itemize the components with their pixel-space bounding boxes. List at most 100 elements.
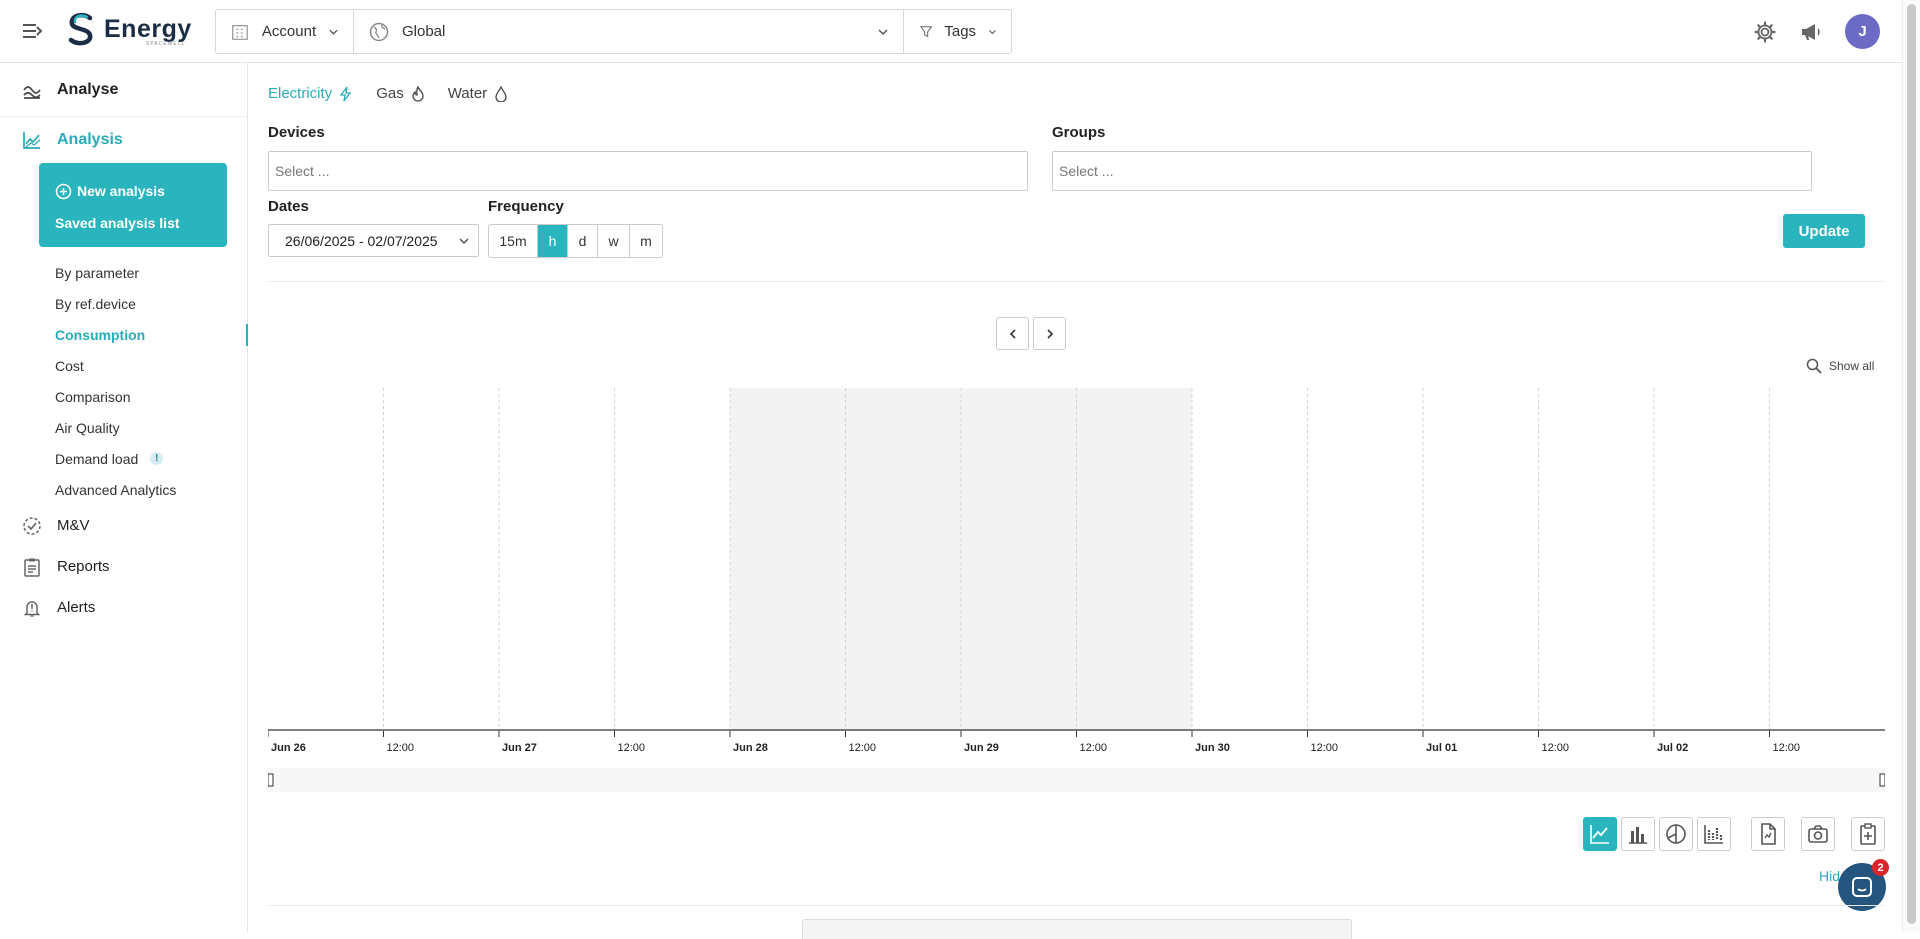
frequency-option-h[interactable]: h [538, 225, 568, 257]
analysis-sub-list: By parameter By ref.device Consumption C… [0, 257, 248, 505]
building-icon [232, 24, 248, 40]
date-range-value: 26/06/2025 - 02/07/2025 [285, 232, 438, 249]
line-chart-icon [23, 132, 41, 149]
account-label: Account [261, 23, 317, 40]
scope-selector[interactable]: Global [354, 10, 904, 53]
add-to-report-button[interactable] [1851, 817, 1885, 851]
scrollbar-thumb[interactable] [1907, 4, 1916, 924]
account-selector[interactable]: Account [216, 10, 354, 53]
tab-water[interactable]: Water [448, 85, 509, 102]
groups-select[interactable]: Select ... [1052, 151, 1812, 191]
stacked-bar-chart-button[interactable] [1697, 817, 1731, 851]
sidebar-item-label: Consumption [55, 326, 146, 343]
bolt-icon [339, 86, 352, 101]
bottom-panel [802, 919, 1352, 939]
divider [268, 905, 1885, 906]
date-range-picker[interactable]: 26/06/2025 - 02/07/2025 [268, 224, 479, 257]
x-tick-label: Jun 29 [964, 742, 999, 754]
divider [268, 281, 1885, 282]
frequency-selector: 15m h d w m [488, 224, 663, 258]
frequency-option-15m[interactable]: 15m [489, 225, 538, 257]
stacked-bar-icon [1704, 825, 1723, 844]
update-button[interactable]: Update [1783, 214, 1865, 248]
show-all-label: Show all [1829, 359, 1875, 373]
sidebar-item-advanced-analytics[interactable]: Advanced Analytics [0, 474, 247, 505]
gear-icon[interactable] [1753, 20, 1777, 44]
megaphone-icon[interactable] [1799, 20, 1823, 44]
consumption-chart[interactable]: Jun 26 12:00 Jun 27 12:00 Jun 28 12:00 Jun 29 1… [267, 388, 1886, 798]
chevron-down-icon [329, 29, 338, 35]
sidebar-item-by-parameter[interactable]: By parameter [0, 257, 247, 288]
x-tick-label: 12:00 [849, 742, 877, 754]
bar-chart-button[interactable] [1621, 817, 1655, 851]
chat-icon [1852, 877, 1872, 897]
logo-subtext: SPACEWELL [146, 41, 186, 47]
top-bar: Energy SPACEWELL Account Global Tags J [0, 0, 1920, 63]
analyse-icon [23, 85, 41, 99]
sidebar-item-label: Reports [57, 558, 110, 575]
bell-icon [23, 600, 41, 617]
tab-gas[interactable]: Gas [376, 85, 426, 102]
sidebar-item-label: M&V [57, 517, 90, 534]
app-logo[interactable]: Energy SPACEWELL [64, 12, 192, 47]
new-analysis-label: New analysis [77, 183, 165, 199]
sidebar-item-label: Air Quality [55, 419, 120, 436]
bar-chart-icon [1629, 827, 1647, 844]
saved-analysis-list-link[interactable]: Saved analysis list [55, 211, 211, 235]
pie-chart-button[interactable] [1659, 817, 1693, 851]
frequency-option-d[interactable]: d [568, 225, 598, 257]
sidebar-item-alerts[interactable]: Alerts [0, 587, 247, 628]
line-chart-button[interactable] [1583, 817, 1617, 851]
dates-label: Dates [268, 198, 309, 215]
sidebar-item-reports[interactable]: Reports [0, 546, 247, 587]
filter-icon [919, 25, 933, 37]
sidebar-item-by-ref-device[interactable]: By ref.device [0, 288, 247, 319]
chevron-down-icon [989, 29, 996, 34]
sidebar-item-consumption[interactable]: Consumption [0, 319, 248, 350]
show-all-button[interactable]: Show all [1806, 358, 1874, 374]
chat-widget-button[interactable]: 2 [1838, 859, 1889, 911]
x-tick-label: 12:00 [1080, 742, 1108, 754]
line-chart-icon [1590, 825, 1609, 844]
export-pdf-button[interactable] [1751, 817, 1785, 851]
sidebar-item-label: Analyse [57, 80, 119, 98]
flame-icon [412, 85, 424, 102]
frequency-option-m[interactable]: m [630, 225, 662, 257]
sidebar-item-label: By ref.device [55, 295, 136, 312]
hide-link[interactable]: Hid [1819, 868, 1840, 884]
frequency-option-w[interactable]: w [598, 225, 630, 257]
chevron-down-icon [878, 28, 888, 35]
sidebar-item-label: Alerts [57, 599, 96, 616]
clipboard-icon [24, 558, 40, 577]
tab-electricity[interactable]: Electricity [268, 85, 354, 102]
sidebar-item-label: By parameter [55, 264, 140, 281]
next-period-button[interactable] [1033, 317, 1066, 350]
devices-select[interactable]: Select ... [268, 151, 1028, 191]
navigator-handle-left [267, 773, 274, 787]
x-tick-label: Jun 30 [1195, 742, 1230, 754]
sidebar-item-air-quality[interactable]: Air Quality [0, 412, 247, 443]
tags-filter[interactable]: Tags [904, 10, 1011, 53]
tab-label: Gas [376, 85, 404, 102]
sidebar-item-label: Cost [55, 357, 84, 374]
analysis-actions-box: New analysis Saved analysis list [39, 163, 227, 247]
previous-period-button[interactable] [996, 317, 1029, 350]
sidebar-item-label: Advanced Analytics [55, 481, 177, 498]
camera-icon [1808, 825, 1828, 843]
sidebar-item-cost[interactable]: Cost [0, 350, 247, 381]
menu-toggle-icon[interactable] [22, 22, 44, 40]
main-content: Electricity Gas Water Devices Select ...… [267, 63, 1889, 939]
sidebar-item-mv[interactable]: M&V [0, 505, 247, 546]
sidebar-item-comparison[interactable]: Comparison [0, 381, 247, 412]
tab-label: Water [447, 85, 488, 102]
devices-label: Devices [268, 124, 325, 141]
new-analysis-link[interactable]: New analysis [55, 179, 211, 203]
screenshot-button[interactable] [1801, 817, 1835, 851]
sidebar-item-demand-load[interactable]: Demand load! [0, 443, 247, 474]
sidebar-item-analyse[interactable]: Analyse [0, 63, 247, 117]
sidebar-item-analysis[interactable]: Analysis [0, 117, 247, 163]
alert-badge: ! [150, 452, 164, 465]
page-scrollbar[interactable] [1902, 0, 1920, 932]
user-avatar[interactable]: J [1845, 14, 1880, 49]
period-pager [996, 317, 1066, 350]
